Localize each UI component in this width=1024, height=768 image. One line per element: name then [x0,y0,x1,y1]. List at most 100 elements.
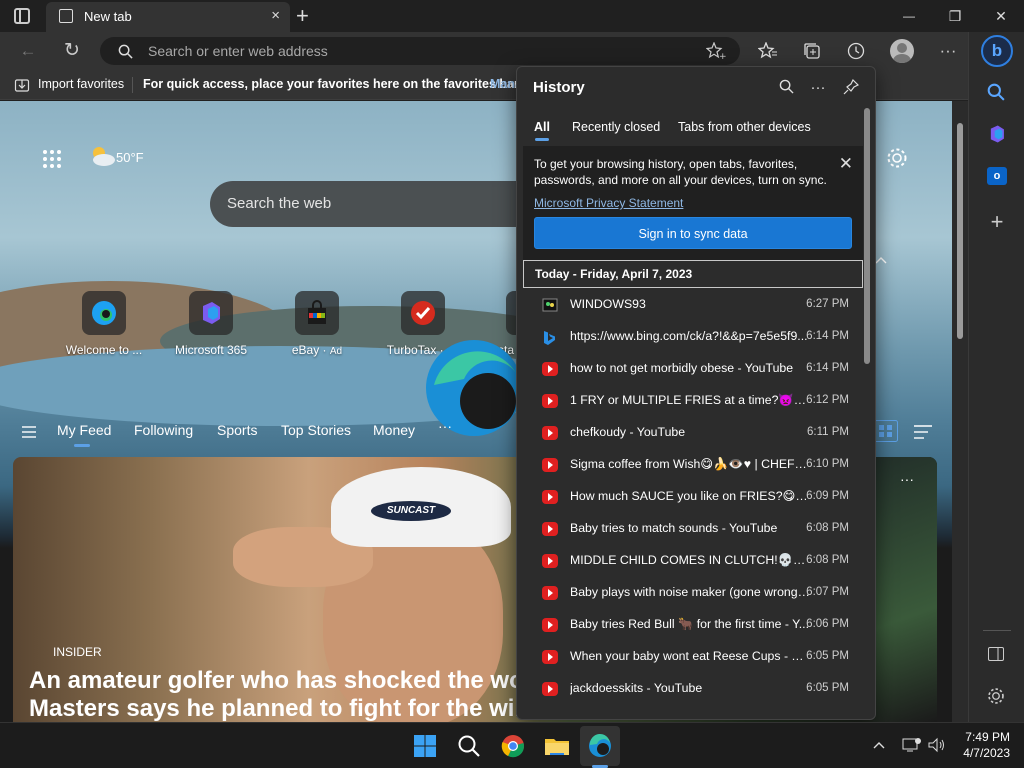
back-button[interactable]: ← [14,38,42,64]
history-entry[interactable]: WINDOWS93 6:27 PM [523,289,863,321]
news-headline[interactable]: An amateur golfer who has shocked the wo… [29,667,549,722]
history-entry[interactable]: MIDDLE CHILD COMES IN CLUTCH!💀😂 ... 6:08 … [523,545,863,577]
privacy-statement-link[interactable]: Microsoft Privacy Statement [534,196,683,210]
sidebar-add-icon[interactable]: + [983,208,1011,236]
restore-button[interactable]: ❐ [932,4,978,28]
youtube-icon [542,490,558,504]
history-entry[interactable]: Baby tries to match sounds - YouTube 6:08… [523,513,863,545]
turbotax-check-icon [411,301,435,325]
history-scrollbar[interactable] [864,108,870,364]
history-entry-time: 6:08 PM [806,554,849,566]
history-more-icon[interactable]: ··· [806,76,830,100]
close-icon[interactable]: ✕ [839,154,853,174]
history-entry-time: 6:09 PM [806,490,849,502]
weather-temp[interactable]: 50°F [116,150,144,165]
page-scrollbar[interactable] [952,101,968,722]
history-entry[interactable]: jackdoesskits - YouTube 6:05 PM [523,673,863,705]
feed-tab-sports[interactable]: Sports [217,422,257,438]
headline-line-1: An amateur golfer who has shocked the wo… [29,667,540,694]
quick-link-welcome[interactable]: Welcome to ... [59,291,149,357]
volume-icon[interactable] [928,737,946,753]
feed-tab-following[interactable]: Following [134,422,193,438]
address-bar[interactable]: + [100,37,740,65]
chevron-up-icon[interactable] [874,255,888,265]
favorites-icon[interactable] [758,42,778,60]
tab-close-icon[interactable]: × [271,7,280,24]
quick-link-ebay[interactable]: eBay · Ad [272,291,362,357]
sidebar-layout-icon[interactable] [988,647,1004,661]
new-tab-button[interactable]: + [296,3,309,29]
sidebar-outlook-icon[interactable]: o [987,167,1007,185]
page-settings-icon[interactable] [886,147,908,169]
settings-more-button[interactable]: ··· [934,38,962,64]
collections-icon[interactable] [802,41,822,61]
chrome-icon[interactable] [498,731,528,761]
sidebar-settings-icon[interactable] [987,687,1005,705]
history-entry[interactable]: chefkoudy - YouTube 6:11 PM [523,417,863,449]
date-group-header[interactable]: Today - Friday, April 7, 2023 [523,260,863,288]
sidebar-search-icon[interactable] [987,83,1005,101]
web-search-placeholder: Search the web [227,195,332,212]
history-icon[interactable] [846,41,866,61]
history-entry[interactable]: Baby plays with noise maker (gone wrong)… [523,577,863,609]
close-window-button[interactable]: ✕ [978,4,1024,28]
quick-link-microsoft-365[interactable]: Microsoft 365 [166,291,256,357]
menu-icon[interactable] [22,426,36,438]
history-entry[interactable]: Baby tries Red Bull 🐂 for the first time… [523,609,863,641]
history-entry-time: 6:07 PM [806,586,849,598]
active-tab-indicator [74,444,90,447]
history-entry[interactable]: how to not get morbidly obese - YouTube 6… [523,353,863,385]
bing-chat-icon[interactable]: b [981,35,1013,67]
profile-avatar[interactable] [890,39,914,63]
clock-time: 7:49 PM [965,730,1010,744]
feed-tab-my-feed[interactable]: My Feed [57,422,111,438]
address-input[interactable] [148,41,688,61]
grid-layout-icon[interactable] [874,420,898,442]
tab-actions-icon[interactable] [14,8,30,24]
edge-sidebar: b o + [968,32,1024,722]
microsoft-365-icon [203,302,220,324]
import-favorites-link[interactable]: Import favorites [38,77,124,91]
sign-in-sync-button[interactable]: Sign in to sync data [534,217,852,249]
edge-taskbar-icon[interactable] [585,731,615,761]
history-entry[interactable]: How much SAUCE you like on FRIES?😋🍌 ... 6… [523,481,863,513]
quick-link-label: eBay [291,343,320,357]
golf-cap: SUNCAST [331,467,511,547]
youtube-icon [542,458,558,472]
feed-tab-money[interactable]: Money [373,422,415,438]
pin-icon[interactable] [843,79,859,95]
history-tab-recently-closed[interactable]: Recently closed [572,120,660,134]
chevron-up-icon[interactable] [873,740,885,750]
quick-link-label: Welcome to ... [65,343,143,357]
feed-tab-top-stories[interactable]: Top Stories [281,422,351,438]
apps-launcher-icon[interactable] [42,149,62,169]
history-tab-other-devices[interactable]: Tabs from other devices [678,120,811,134]
search-history-icon[interactable] [779,79,794,94]
feed-more-button[interactable]: ··· [438,418,452,434]
history-entry[interactable]: https://www.bing.com/ck/a?!&&p=7e5e5f9..… [523,321,863,353]
minimize-button[interactable]: — [886,4,932,28]
scrollbar-thumb[interactable] [957,123,963,339]
youtube-icon [542,682,558,696]
quick-link-label: Microsoft 365 [174,343,248,357]
list-layout-icon[interactable] [914,425,932,439]
taskbar-search-icon[interactable] [454,731,484,761]
history-entry-time: 6:14 PM [806,362,849,374]
taskbar: 7:49 PM 4/7/2023 [0,722,1024,768]
history-entry-title: 1 FRY or MULTIPLE FRIES at a time?👿🔥 ... [570,393,810,407]
card-more-button[interactable]: ··· [900,471,914,487]
refresh-button[interactable]: ↻ [58,38,86,64]
tab-new-tab[interactable]: New tab × [46,2,290,32]
history-entry[interactable]: 1 FRY or MULTIPLE FRIES at a time?👿🔥 ...… [523,385,863,417]
file-explorer-icon[interactable] [542,731,572,761]
favorites-hint: For quick access, place your favorites h… [143,77,522,91]
windows-start-icon[interactable] [410,731,440,761]
history-entry[interactable]: Sigma coffee from Wish😋🍌👁️♥ | CHEFK... 6:… [523,449,863,481]
history-tab-all[interactable]: All [534,120,550,134]
network-icon[interactable] [902,737,922,753]
sidebar-microsoft-365-icon[interactable] [987,124,1007,144]
web-search-box[interactable]: Search the web [210,181,530,227]
history-entry[interactable]: When your baby wont eat Reese Cups - Yo.… [523,641,863,673]
add-favorite-icon[interactable]: + [706,42,726,60]
system-clock[interactable]: 7:49 PM 4/7/2023 [963,729,1010,761]
